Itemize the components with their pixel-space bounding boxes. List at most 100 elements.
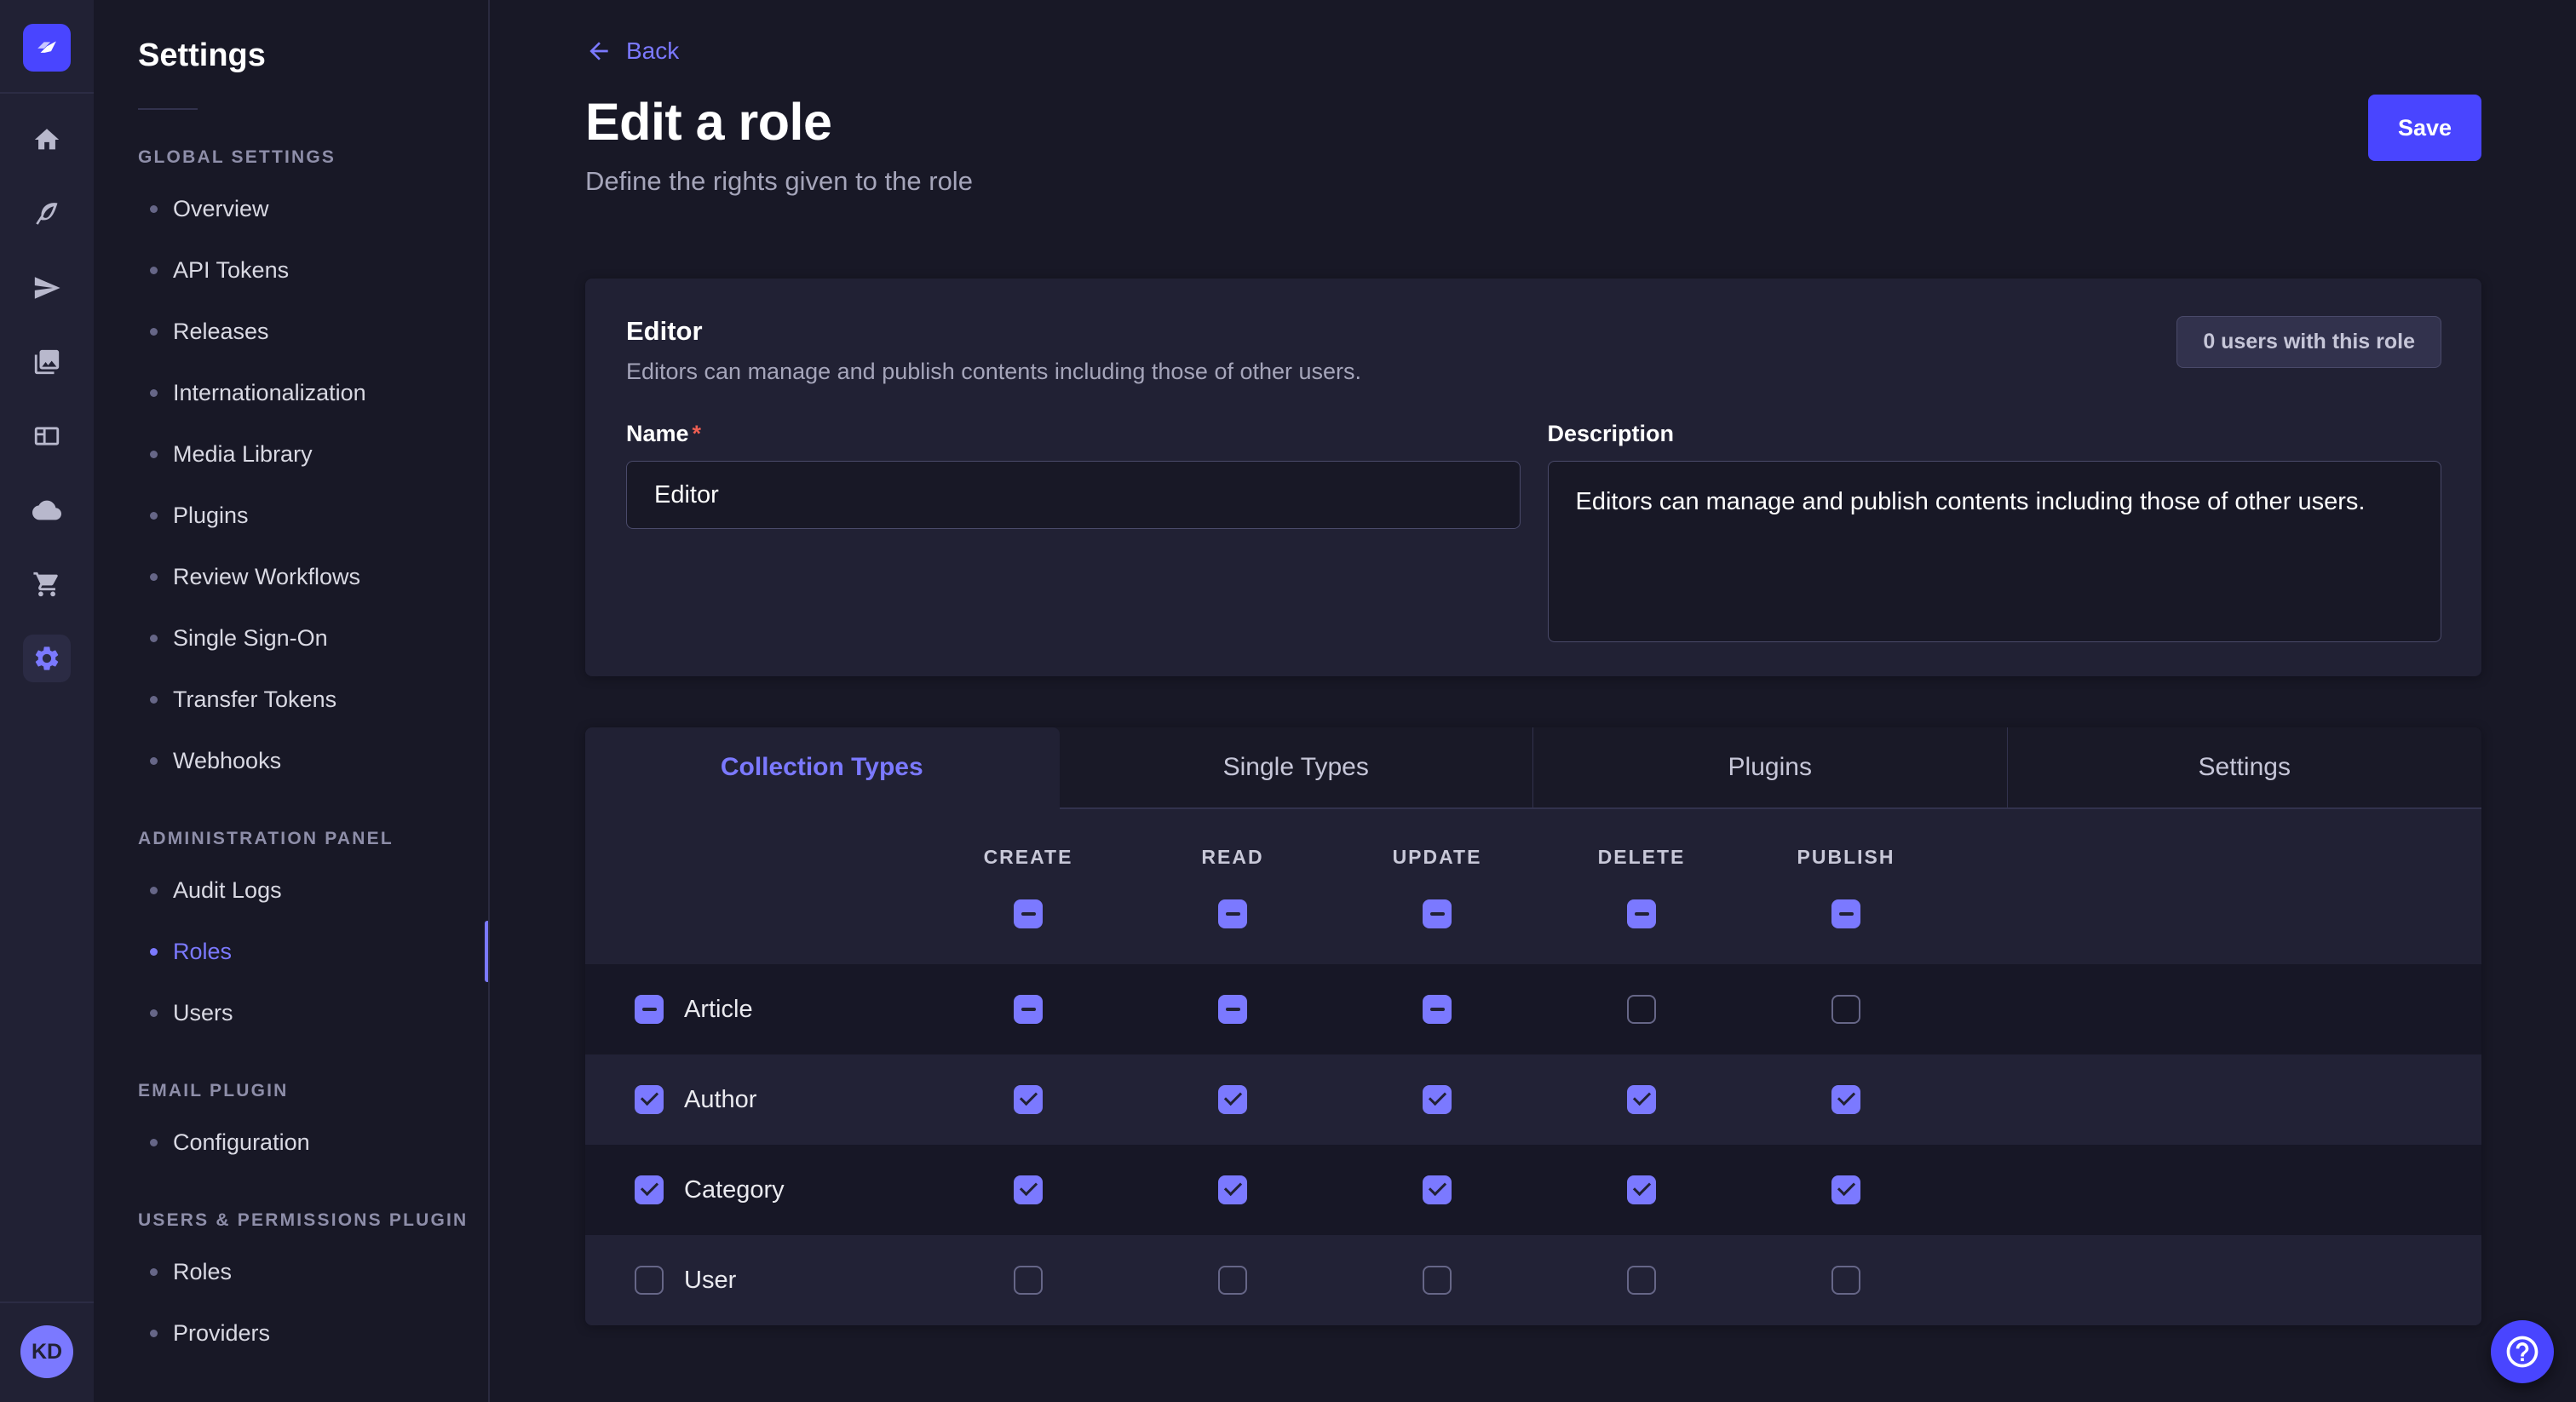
sidebar-item-label: Webhooks [173,748,281,774]
gear-icon[interactable] [23,635,71,682]
layout-icon[interactable] [23,412,71,460]
row-label: User [684,1267,736,1295]
column-header-read: READ [1130,809,1335,964]
permission-cell [1130,1266,1335,1295]
sidebar-section-items: OverviewAPI TokensReleasesInternationali… [94,178,488,791]
paper-plane-icon[interactable] [23,264,71,312]
bullet-icon [150,1268,158,1276]
strapi-logo[interactable] [23,24,71,72]
row-checkbox-user[interactable] [635,1266,664,1295]
role-card-header-text: Editor Editors can manage and publish co… [626,316,1361,385]
images-icon[interactable] [23,338,71,386]
bullet-icon [150,389,158,397]
column-label: CREATE [984,846,1073,869]
tab-single-types[interactable]: Single Types [1060,727,1534,809]
author-publish-checkbox[interactable] [1831,1085,1860,1114]
settings-sidebar: Settings GLOBAL SETTINGSOverviewAPI Toke… [94,0,490,1402]
select-all-read-checkbox[interactable] [1218,899,1247,928]
users-with-role-badge[interactable]: 0 users with this role [2176,316,2441,368]
article-read-checkbox[interactable] [1218,995,1247,1024]
row-checkbox-category[interactable] [635,1175,664,1204]
name-input[interactable] [626,461,1521,529]
back-link[interactable]: Back [585,37,679,65]
sidebar-item-single-sign-on[interactable]: Single Sign-On [94,607,488,669]
user-update-checkbox[interactable] [1423,1266,1452,1295]
bullet-icon [150,635,158,642]
app-shell: KD Settings GLOBAL SETTINGSOverviewAPI T… [0,0,2576,1402]
permission-cell [1130,1175,1335,1204]
tab-collection-types[interactable]: Collection Types [585,727,1060,809]
sidebar-item-audit-logs[interactable]: Audit Logs [94,859,488,921]
sidebar-item-webhooks[interactable]: Webhooks [94,730,488,791]
help-button[interactable] [2491,1320,2554,1383]
sidebar-item-roles[interactable]: Roles [94,1241,488,1302]
tab-settings[interactable]: Settings [2008,727,2482,809]
sidebar-item-label: Roles [173,939,232,965]
cloud-icon[interactable] [23,486,71,534]
author-delete-checkbox[interactable] [1627,1085,1656,1114]
bullet-icon [150,757,158,765]
select-all-delete-checkbox[interactable] [1627,899,1656,928]
sidebar-title-divider [138,108,198,110]
row-checkbox-article[interactable] [635,995,664,1024]
permission-row-author: Author [585,1054,2481,1145]
bullet-icon [150,512,158,520]
sidebar-item-internationalization[interactable]: Internationalization [94,362,488,423]
permission-cell [1744,995,1948,1024]
article-publish-checkbox[interactable] [1831,995,1860,1024]
sidebar-item-roles[interactable]: Roles [94,921,488,982]
category-publish-checkbox[interactable] [1831,1175,1860,1204]
sidebar-item-overview[interactable]: Overview [94,178,488,239]
category-delete-checkbox[interactable] [1627,1175,1656,1204]
sidebar-item-media-library[interactable]: Media Library [94,423,488,485]
permission-cell [926,1085,1130,1114]
user-read-checkbox[interactable] [1218,1266,1247,1295]
row-checkbox-author[interactable] [635,1085,664,1114]
sidebar-item-releases[interactable]: Releases [94,301,488,362]
sidebar-item-plugins[interactable]: Plugins [94,485,488,546]
category-update-checkbox[interactable] [1423,1175,1452,1204]
main-content: Back Edit a role Define the rights given… [490,0,2576,1402]
sidebar-item-providers[interactable]: Providers [94,1302,488,1364]
description-textarea[interactable]: Editors can manage and publish contents … [1548,461,2442,642]
home-icon[interactable] [23,116,71,164]
sidebar-item-api-tokens[interactable]: API Tokens [94,239,488,301]
tab-plugins[interactable]: Plugins [1533,727,2008,809]
select-all-publish-checkbox[interactable] [1831,899,1860,928]
sidebar-section-items: Audit Logs Roles Users [94,859,488,1043]
author-read-checkbox[interactable] [1218,1085,1247,1114]
save-button[interactable]: Save [2368,95,2481,161]
description-field-group: Description Editors can manage and publi… [1548,421,2442,642]
nav-rail-icons [23,116,71,682]
category-read-checkbox[interactable] [1218,1175,1247,1204]
rail-bottom-divider [0,1301,94,1303]
article-create-checkbox[interactable] [1014,995,1043,1024]
permission-row-user: User [585,1235,2481,1325]
sidebar-item-review-workflows[interactable]: Review Workflows [94,546,488,607]
select-all-update-checkbox[interactable] [1423,899,1452,928]
permissions-tabs: Collection TypesSingle TypesPluginsSetti… [585,727,2481,809]
author-update-checkbox[interactable] [1423,1085,1452,1114]
sidebar-item-configuration[interactable]: Configuration [94,1112,488,1173]
avatar[interactable]: KD [20,1325,73,1378]
required-mark: * [693,421,702,446]
sidebar-item-label: Audit Logs [173,877,282,904]
sidebar-item-transfer-tokens[interactable]: Transfer Tokens [94,669,488,730]
cart-icon[interactable] [23,560,71,608]
user-publish-checkbox[interactable] [1831,1266,1860,1295]
sidebar-item-label: Providers [173,1320,270,1347]
role-card-header: Editor Editors can manage and publish co… [626,316,2441,385]
article-delete-checkbox[interactable] [1627,995,1656,1024]
select-all-create-checkbox[interactable] [1014,899,1043,928]
user-delete-checkbox[interactable] [1627,1266,1656,1295]
permission-cell [1744,1085,1948,1114]
bullet-icon [150,1330,158,1337]
author-create-checkbox[interactable] [1014,1085,1043,1114]
category-create-checkbox[interactable] [1014,1175,1043,1204]
article-update-checkbox[interactable] [1423,995,1452,1024]
feather-icon[interactable] [23,190,71,238]
permission-cell [926,1266,1130,1295]
sidebar-item-users[interactable]: Users [94,982,488,1043]
permission-cell [1130,1085,1335,1114]
user-create-checkbox[interactable] [1014,1266,1043,1295]
